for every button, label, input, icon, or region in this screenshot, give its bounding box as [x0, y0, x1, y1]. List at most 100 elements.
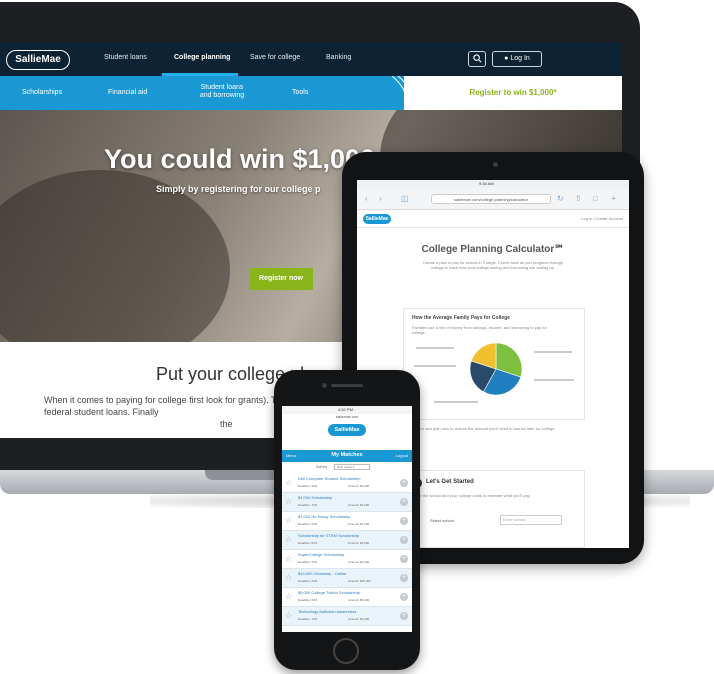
sort-row: Sort by Best match ▾ — [282, 462, 412, 472]
scholarship-name[interactable]: $5,000 College Tuition Scholarship — [298, 590, 396, 595]
scholarship-name[interactable]: $1,000 No Essay Scholarship — [298, 514, 396, 519]
camera-icon — [322, 383, 327, 388]
hero-background-shape — [0, 170, 230, 342]
tablet-browser-bar: ‹ › ◫ salliemae.com/college-planning/cal… — [357, 188, 629, 210]
star-icon[interactable]: ☆ — [285, 498, 292, 506]
nav-college-planning[interactable]: College planning — [174, 54, 230, 61]
new-tab-icon[interactable]: + — [611, 194, 616, 204]
scholarship-deadline: Deadline: 6/01 — [298, 541, 318, 545]
salliemae-logo[interactable]: SallieMae — [6, 50, 70, 70]
subnav-student-loans-borrowing[interactable]: Student loans and borrowing — [196, 84, 248, 100]
card-title: How the Average Family Pays for College — [412, 315, 510, 321]
phone-url[interactable]: salliemae.com — [282, 414, 412, 421]
add-icon[interactable]: + — [400, 479, 408, 487]
phone-status-bar: 4:52 PM — [282, 406, 412, 414]
forward-icon[interactable]: › — [379, 194, 382, 204]
phone-page-title: My Matches — [331, 452, 363, 458]
search-button[interactable] — [468, 51, 486, 67]
login-button[interactable]: ● Log In — [492, 51, 542, 67]
scholarship-amount: Amount: $1,000 — [348, 484, 370, 488]
tabs-icon[interactable]: □ — [593, 194, 598, 204]
scholarship-list-item[interactable]: ☆ $1,000 No Essay Scholarship Deadline: 5/… — [282, 512, 412, 531]
scholarship-deadline: Deadline: 6/30 — [298, 579, 318, 583]
sort-value: Best match — [337, 465, 353, 469]
phone-logout-link[interactable]: Logout — [396, 453, 408, 458]
star-icon[interactable]: ☆ — [285, 593, 292, 601]
add-icon[interactable]: + — [400, 517, 408, 525]
scholarship-list-item[interactable]: ☆ $1,000 Scholarship Deadline: 7/31 Amount:… — [282, 493, 412, 512]
tablet-login-link[interactable]: Log In | Create Account — [581, 216, 623, 221]
scholarship-deadline: Deadline: 6/15 — [298, 598, 318, 602]
scholarship-deadline: Deadline: 5/31 — [298, 522, 318, 526]
scholarship-amount: Amount: $1,000 — [348, 560, 370, 564]
star-icon[interactable]: ☆ — [285, 479, 292, 487]
scholarship-list-item[interactable]: ☆ Technology Addiction Awareness Deadline:… — [282, 607, 412, 626]
subnav-financial-aid[interactable]: Financial aid — [108, 89, 147, 96]
scholarship-list-item[interactable]: ☆ Dell Computer Student Scholarship Deadli… — [282, 474, 412, 493]
phone-frame: 4:52 PM salliemae.com SallieMae Menu My … — [274, 370, 420, 670]
pie-legend-line — [414, 365, 456, 367]
scholarship-name[interactable]: $1,000 Scholarship — [298, 495, 396, 500]
scholarship-name[interactable]: Technology Addiction Awareness — [298, 609, 396, 614]
scholarship-list-item[interactable]: ☆ $5,000 College Tuition Scholarship Deadl… — [282, 588, 412, 607]
tablet-site-header: SallieMae Log In | Create Account — [357, 210, 629, 228]
add-icon[interactable]: + — [400, 593, 408, 601]
bookmarks-icon[interactable]: ◫ — [401, 194, 409, 204]
home-button[interactable] — [333, 638, 359, 664]
sort-select[interactable]: Best match ▾ — [334, 464, 370, 470]
scholarship-deadline: Deadline: 5/31 — [298, 484, 318, 488]
scholarship-list-item[interactable]: ☆ Scholarship for STEM Scholarship Deadlin… — [282, 531, 412, 550]
add-icon[interactable]: + — [400, 536, 408, 544]
add-icon[interactable]: + — [400, 612, 408, 620]
funding-pie-chart — [469, 342, 523, 396]
star-icon[interactable]: ☆ — [285, 517, 292, 525]
scholarship-name[interactable]: Scholarship for STEM Scholarship — [298, 533, 396, 538]
tablet-status-bar: 9:34 AM — [357, 180, 629, 188]
subnav-tools[interactable]: Tools — [292, 89, 308, 96]
add-icon[interactable]: + — [400, 555, 408, 563]
tablet-status-time: 9:34 AM — [479, 181, 494, 186]
scholarship-list-item[interactable]: ☆ SuperCollege Scholarship Deadline: 5/31 A… — [282, 550, 412, 569]
register-now-button[interactable]: Register now — [249, 268, 313, 290]
phone-screen: 4:52 PM salliemae.com SallieMae Menu My … — [282, 406, 412, 632]
scholarship-list-item[interactable]: ☆ $10,000 Giveaway - Online Deadline: 6/30… — [282, 569, 412, 588]
school-input[interactable]: Enter school — [500, 515, 562, 525]
subnav-scholarships[interactable]: Scholarships — [22, 89, 62, 96]
scholarship-deadline: Deadline: 7/31 — [298, 617, 318, 621]
scholarship-list: ☆ Dell Computer Student Scholarship Deadli… — [282, 474, 412, 626]
nav-banking[interactable]: Banking — [326, 54, 351, 61]
pie-legend-line — [416, 347, 454, 349]
add-icon[interactable]: + — [400, 574, 408, 582]
login-label: Log In — [510, 55, 530, 62]
share-icon[interactable]: ⇧ — [575, 194, 582, 204]
phone-tab-bar: Menu My Matches Logout — [282, 450, 412, 462]
scholarship-deadline: Deadline: 5/31 — [298, 560, 318, 564]
decorative-arcs — [391, 76, 419, 110]
add-icon[interactable]: + — [400, 498, 408, 506]
speaker-grille — [331, 384, 363, 387]
back-icon[interactable]: ‹ — [365, 194, 368, 204]
scholarship-amount: Amount: $1,000 — [348, 617, 370, 621]
family-pays-card: How the Average Family Pays for College … — [403, 308, 585, 420]
star-icon[interactable]: ☆ — [285, 536, 292, 544]
scholarship-name[interactable]: SuperCollege Scholarship — [298, 552, 396, 557]
card-text: Families use a mix of money from savings… — [412, 325, 547, 335]
get-started-title: Let's Get Started — [426, 479, 474, 485]
scholarship-amount: Amount: $5,000 — [348, 598, 370, 602]
nav-save-for-college[interactable]: Save for college — [250, 54, 300, 61]
pie-legend-line — [534, 379, 574, 381]
star-icon[interactable]: ☆ — [285, 574, 292, 582]
tablet-url-field[interactable]: salliemae.com/college-planning/calculato… — [431, 194, 551, 204]
star-icon[interactable]: ☆ — [285, 555, 292, 563]
star-icon[interactable]: ☆ — [285, 612, 292, 620]
scholarship-name[interactable]: Dell Computer Student Scholarship — [298, 476, 396, 481]
phone-logo[interactable]: SallieMae — [328, 424, 366, 436]
scholarship-deadline: Deadline: 7/31 — [298, 503, 318, 507]
scholarship-name[interactable]: $10,000 Giveaway - Online — [298, 571, 396, 576]
pie-legend-line — [534, 351, 572, 353]
reload-icon[interactable]: ↻ — [557, 194, 564, 204]
scholarship-amount: Amount: $1,000 — [348, 522, 370, 526]
scholarship-amount: Amount: $1,000 — [348, 503, 370, 507]
nav-student-loans[interactable]: Student loans — [104, 54, 147, 61]
tablet-logo[interactable]: SallieMae — [363, 214, 391, 224]
